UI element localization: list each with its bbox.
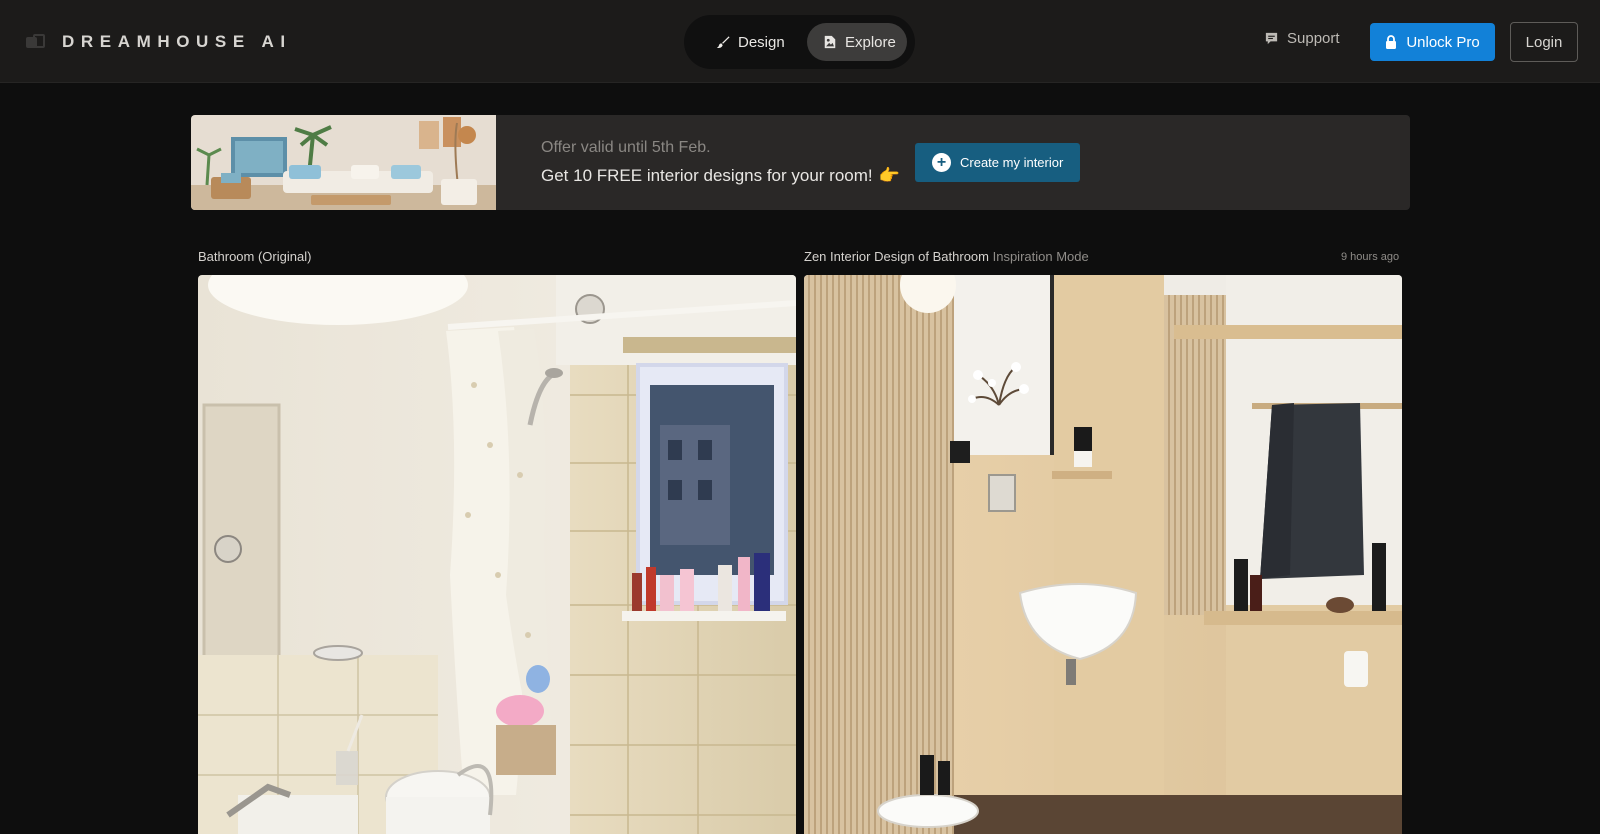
design-tab-label: Design: [738, 33, 785, 51]
original-bathroom-image[interactable]: [198, 275, 796, 834]
zen-bathroom-design-image[interactable]: [804, 275, 1402, 834]
unlock-pro-label: Unlock Pro: [1406, 33, 1480, 51]
explore-tab[interactable]: Explore: [807, 23, 907, 61]
offer-validity: Offer valid until 5th Feb.: [541, 139, 711, 156]
promo-text: Get 10 FREE interior designs for your ro…: [541, 166, 873, 185]
timestamp: 9 hours ago: [1341, 251, 1400, 263]
original-caption: Bathroom (Original): [198, 249, 312, 264]
lock-icon: [1386, 35, 1397, 49]
promo-banner: Offer valid until 5th Feb. Get 10 FREE i…: [191, 115, 1410, 210]
chat-bubble-icon: [1265, 32, 1278, 45]
brand[interactable]: DREAMHOUSE AI: [26, 32, 292, 52]
banner-image: [191, 115, 496, 210]
pointing-hand-icon: 👉: [878, 166, 900, 185]
design-mode: Inspiration Mode: [992, 249, 1089, 264]
design-caption: Zen Interior Design of Bathroom: [804, 249, 989, 264]
design-caption-row: Zen Interior Design of Bathroom Inspirat…: [804, 249, 1089, 264]
create-interior-label: Create my interior: [960, 155, 1064, 170]
login-button[interactable]: Login: [1510, 22, 1578, 62]
gallery-icon: [824, 35, 836, 49]
logo-icon: [26, 34, 46, 50]
mode-switcher: Design Explore: [684, 15, 915, 69]
plus-icon: +: [932, 153, 951, 172]
support-link[interactable]: Support: [1264, 30, 1340, 47]
promo-line: Get 10 FREE interior designs for your ro…: [541, 166, 900, 186]
top-navigation-bar: DREAMHOUSE AI Design Explore Support Unl…: [0, 0, 1600, 83]
support-label: Support: [1287, 30, 1340, 47]
create-interior-button[interactable]: + Create my interior: [915, 143, 1080, 182]
unlock-pro-button[interactable]: Unlock Pro: [1370, 23, 1495, 61]
explore-tab-label: Explore: [845, 33, 896, 51]
brush-icon: [716, 36, 730, 48]
banner-text: Offer valid until 5th Feb. Get 10 FREE i…: [541, 139, 900, 186]
brand-name: DREAMHOUSE AI: [62, 32, 292, 51]
design-tab[interactable]: Design: [692, 23, 788, 61]
